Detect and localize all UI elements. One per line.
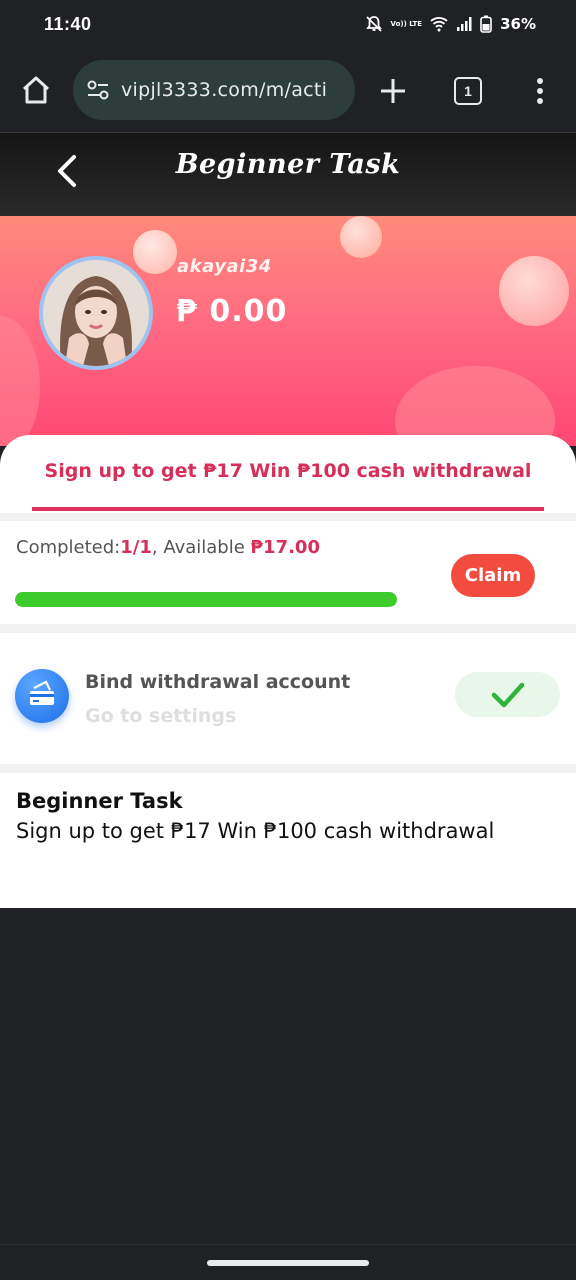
completed-value: 1/1 [120,537,152,558]
tab-switcher-button[interactable]: 1 [454,77,482,105]
card-icon [15,669,69,723]
check-icon [491,682,524,707]
claim-button[interactable]: Claim [451,554,535,597]
decor-bubble [499,256,569,326]
battery-icon [480,15,492,33]
available-value: ₱17.00 [250,537,320,558]
more-vert-icon [537,78,543,104]
avatar [39,256,153,370]
task-description: Beginner Task Sign up to get ₱17 Win ₱10… [0,773,576,908]
completed-badge [455,672,560,717]
completed-label: Completed: [16,537,121,558]
description-title: Beginner Task [16,789,183,813]
progress-bar [15,592,397,607]
progress-bar-fill [15,592,397,607]
username: akayai34 [177,256,272,277]
available-label: , Available [151,537,251,558]
mute-bell-icon [365,15,383,33]
status-time: 11:40 [44,13,92,34]
volte-icon: Vo)) LTE [390,20,423,28]
balance-amount: ₱ 0.00 [176,294,288,329]
page-title: Beginner Task [175,149,401,180]
task-tabs: Sign up to get ₱17 Win ₱100 cash withdra… [0,435,576,513]
decor-blob [0,316,40,446]
status-bar: 11:40 Vo)) LTE 36% [0,0,576,48]
home-button[interactable] [18,72,54,108]
url-text[interactable]: vipjl3333.com/m/acti [121,79,327,101]
bind-account-card[interactable]: Bind withdrawal account Go to settings [0,633,576,764]
home-gesture-handle[interactable] [207,1260,369,1266]
progress-card: Completed:1/1, Available ₱17.00 Claim [0,521,576,624]
go-to-settings-link[interactable]: Go to settings [85,705,236,727]
plus-icon [381,79,405,103]
system-nav-bar [0,1244,576,1280]
wifi-icon [430,16,448,32]
home-icon [22,76,50,104]
url-bar[interactable]: vipjl3333.com/m/acti [73,60,355,120]
signal-icon [456,16,472,32]
page-header: Beginner Task [0,132,576,216]
decor-blob [395,366,555,446]
progress-status: Completed:1/1, Available ₱17.00 [16,537,320,558]
site-settings-icon[interactable] [85,77,111,103]
profile-banner: akayai34 ₱ 0.00 [0,216,576,446]
decor-bubble [340,216,382,258]
browser-toolbar: vipjl3333.com/m/acti 1 [0,48,576,132]
browser-menu-button[interactable] [530,74,550,108]
decor-bubble [133,230,177,274]
description-text: Sign up to get ₱17 Win ₱100 cash withdra… [16,819,495,843]
new-tab-button[interactable] [376,74,410,108]
battery-percent: 36% [500,15,536,33]
status-icons: Vo)) LTE 36% [365,15,536,33]
bind-title: Bind withdrawal account [85,671,351,693]
tab-signup-task[interactable]: Sign up to get ₱17 Win ₱100 cash withdra… [32,453,544,511]
tab-count: 1 [464,83,472,99]
